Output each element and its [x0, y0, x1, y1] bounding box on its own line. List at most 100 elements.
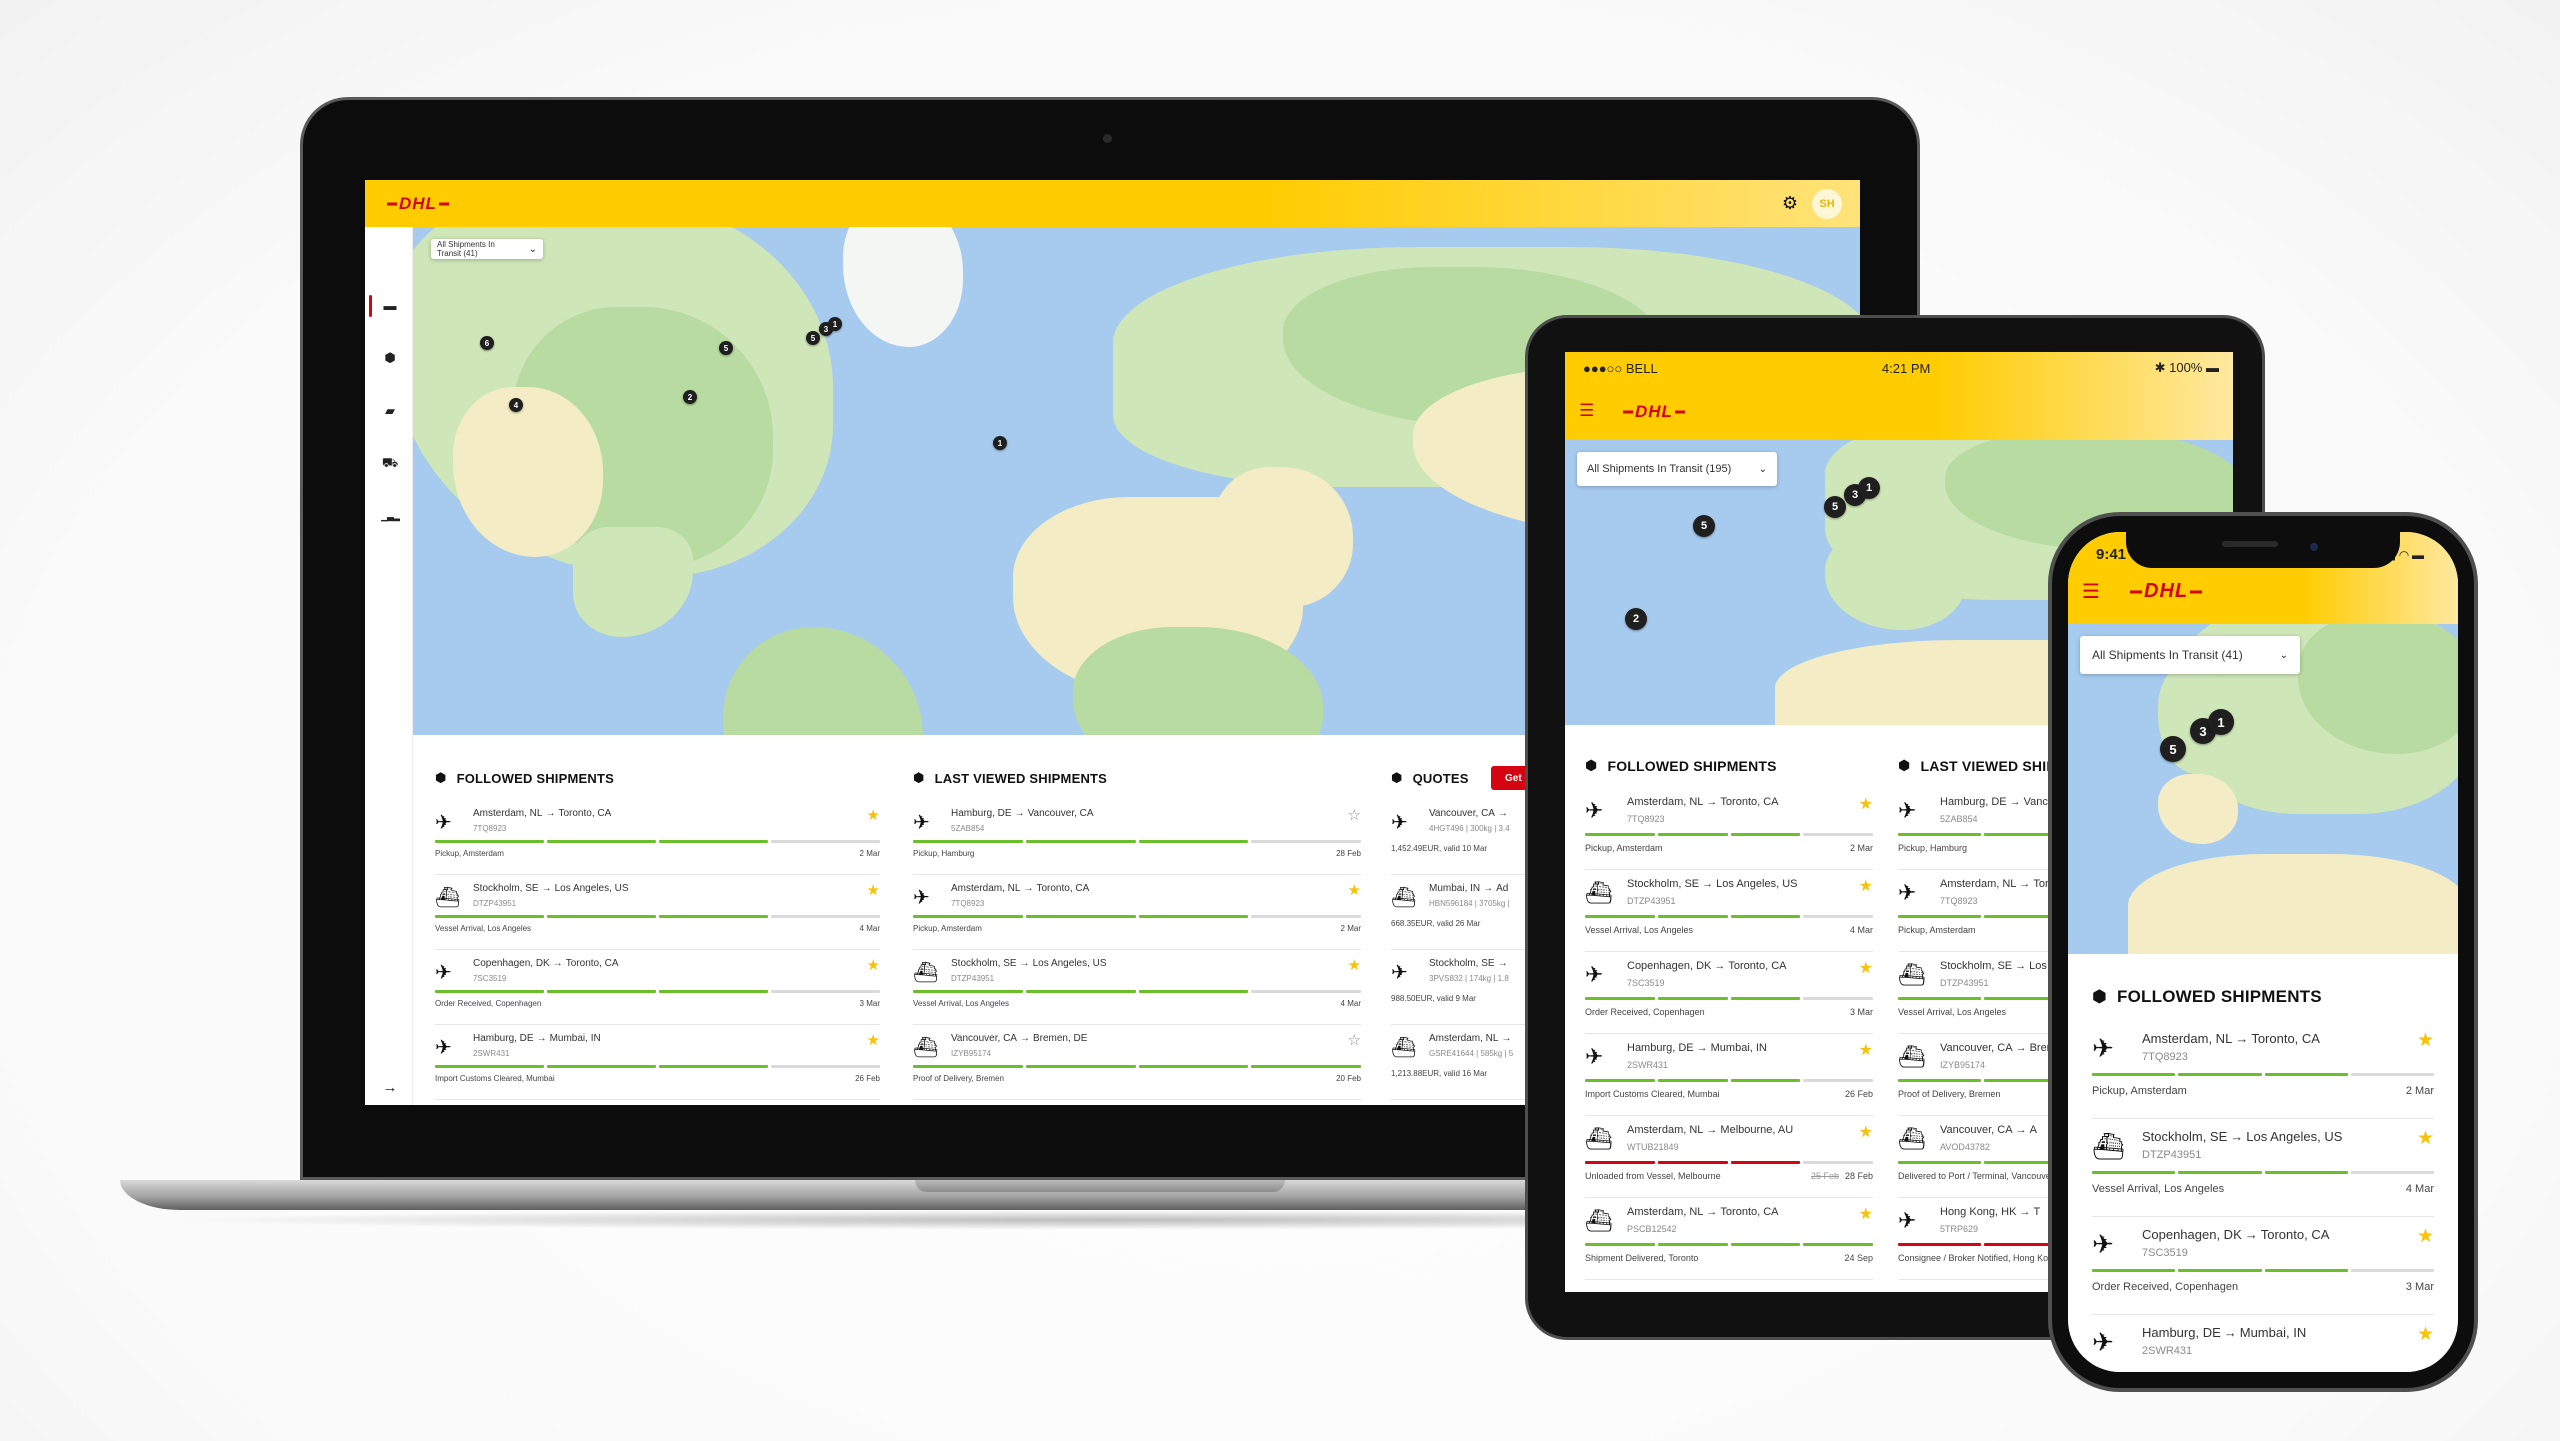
shipment-route[interactable]: Stockholm, SE→Los Angeles, US: [1627, 878, 1797, 890]
shipment-row[interactable]: ⛴ Stockholm, SE → Los Angeles, US DTZP43951 ★…: [435, 875, 880, 950]
hamburger-menu-icon[interactable]: ☰: [1579, 402, 1594, 419]
follow-star-icon[interactable]: ★: [867, 881, 880, 899]
shipment-route[interactable]: Amsterdam, NL→Toronto, CA: [473, 808, 611, 819]
shipment-row[interactable]: ✈ Amsterdam, NL → Toronto, CA 7TQ8923 ★ Pickup…: [435, 800, 880, 875]
shipment-route[interactable]: Amsterdam, NL→Toronto, CA: [951, 883, 1089, 894]
dhl-logo[interactable]: DHL: [1623, 402, 1685, 422]
shipment-route[interactable]: Copenhagen, DK → Toronto, CA: [473, 958, 619, 969]
shipment-route[interactable]: Vancouver, CA → A: [1940, 1124, 2037, 1136]
shipment-row[interactable]: ✈ Amsterdam, NL → Toronto, CA 7TQ8923 ★ Pickup…: [2092, 1021, 2434, 1119]
map-cluster-marker[interactable]: 2: [1625, 608, 1647, 630]
shipment-row[interactable]: ✈ Hamburg, DE → Mumbai, IN 2SWR431 ★ Import Cu…: [1585, 1034, 1873, 1116]
follow-star-icon[interactable]: ★: [1348, 956, 1361, 974]
dhl-logo[interactable]: DHL: [387, 194, 449, 214]
shipment-route[interactable]: Copenhagen, DK → Toronto, CA: [1627, 960, 1787, 972]
shipment-row[interactable]: ⛴ Stockholm, SE → Los Angeles, US DTZP43951 ★…: [913, 950, 1361, 1025]
shipment-route[interactable]: Amsterdam, NL → Melbourne, AU: [1627, 1124, 1793, 1136]
shipment-row[interactable]: ✈ Amsterdam, NL → Toronto, CA 7TQ8923 ★ Pickup…: [1585, 788, 1873, 870]
truck-icon[interactable]: ▬: [381, 297, 399, 315]
shipment-row[interactable]: ✈ Hamburg, DE → Mumbai, IN 2SWR431 ★: [2092, 1315, 2434, 1372]
shipment-route[interactable]: Hamburg, DE → Mumbai, IN: [1627, 1042, 1767, 1054]
tracking-code: 7TQ8923: [1940, 896, 1978, 906]
quote-route[interactable]: Stockholm, SE →: [1429, 958, 1511, 969]
follow-star-icon[interactable]: ★: [867, 956, 880, 974]
shipment-row[interactable]: ✈ Copenhagen, DK → Toronto, CA 7SC3519 ★ Order…: [1585, 952, 1873, 1034]
shipment-filter-dropdown[interactable]: All Shipments In Transit (41) ⌄: [431, 239, 543, 259]
arrow-right-icon: →: [2015, 1042, 2027, 1054]
follow-star-icon[interactable]: ★: [1859, 1040, 1873, 1060]
hamburger-menu-icon[interactable]: ☰: [2082, 582, 2100, 602]
map-cluster-marker[interactable]: 1: [993, 436, 1007, 450]
follow-star-icon[interactable]: ★: [1859, 794, 1873, 814]
shipment-route[interactable]: Stockholm, SE→Los Angeles, US: [2142, 1129, 2342, 1144]
map-cluster-marker[interactable]: 2: [683, 390, 697, 404]
shipment-row[interactable]: ⛴ Amsterdam, NL → Melbourne, AU WTUB21849 ★ Un…: [1585, 1116, 1873, 1198]
dhl-logo[interactable]: DHL: [2130, 580, 2202, 603]
package-icon[interactable]: ⬢: [381, 349, 399, 367]
shipment-route[interactable]: Hamburg, DE → Mumbai, IN: [2142, 1325, 2306, 1340]
shipment-map[interactable]: All Shipments In Transit (41) ⌄ 5 3 1: [2068, 624, 2458, 954]
shipment-filter-dropdown[interactable]: All Shipments In Transit (41) ⌄: [2080, 636, 2300, 674]
shipment-route[interactable]: Vancouver, CA→Bremen, DE: [951, 1033, 1087, 1044]
follow-star-icon[interactable]: ★: [2417, 1029, 2434, 1052]
map-cluster-marker[interactable]: 5: [2160, 736, 2186, 762]
shipment-route[interactable]: Hamburg, DE→Vancouver, CA: [951, 808, 1094, 819]
arrow-right-icon: →: [1483, 883, 1494, 894]
shipment-row[interactable]: ⛴ Stockholm, SE → Los Angeles, US DTZP43951 ★…: [2092, 1119, 2434, 1217]
follow-star-icon[interactable]: ★: [867, 1031, 880, 1049]
map-cluster-marker[interactable]: 5: [1693, 515, 1715, 537]
shipment-row[interactable]: ✈ Copenhagen, DK → Toronto, CA 7SC3519 ★ Order…: [435, 950, 880, 1025]
shipment-status: Proof of Delivery, Bremen: [913, 1074, 1004, 1083]
shipment-row[interactable]: ✈ Hamburg, DE → Vancouver, CA 5ZAB854 ☆ Pickup…: [913, 800, 1361, 875]
destination: Toronto, CA: [565, 958, 619, 969]
progress-bar: [1585, 833, 1873, 836]
shipment-route[interactable]: Amsterdam, NL→Toronto, CA: [2142, 1031, 2320, 1046]
shipment-row[interactable]: ⛴ Vancouver, CA → Bremen, DE IZYB95174 ☆ Proof…: [913, 1025, 1361, 1100]
chat-icon[interactable]: ▰: [381, 402, 399, 420]
shipment-route[interactable]: Stockholm, SE→Los Angeles, US: [473, 883, 629, 894]
map-cluster-marker[interactable]: 5: [1824, 496, 1846, 518]
shipment-filter-dropdown[interactable]: All Shipments In Transit (195) ⌄: [1577, 452, 1777, 486]
shipment-row[interactable]: ⛴ Amsterdam, NL → Toronto, CA PSCB12542 ★ Ship…: [1585, 1198, 1873, 1280]
follow-star-icon[interactable]: ★: [867, 806, 880, 824]
expand-arrow-icon[interactable]: →: [381, 1079, 399, 1097]
follow-star-icon[interactable]: ★: [1859, 1122, 1873, 1142]
user-avatar[interactable]: SH: [1812, 189, 1842, 219]
shipment-status: Order Received, Copenhagen: [435, 999, 542, 1008]
map-cluster-marker[interactable]: 5: [719, 341, 733, 355]
shipment-row[interactable]: ✈ Hamburg, DE → Mumbai, IN 2SWR431 ★ Import Cu…: [435, 1025, 880, 1100]
shipment-route[interactable]: Amsterdam, NL→Toronto, CA: [1627, 1206, 1779, 1218]
follow-star-icon[interactable]: ★: [1859, 958, 1873, 978]
shipment-route[interactable]: Copenhagen, DK → Toronto, CA: [2142, 1227, 2329, 1242]
ship-icon: ⛴: [1585, 1126, 1613, 1151]
sidebar-active-indicator: [369, 295, 372, 317]
follow-star-icon[interactable]: ☆: [1348, 1031, 1361, 1049]
quote-route[interactable]: Amsterdam, NL →: [1429, 1033, 1514, 1044]
map-cluster-marker[interactable]: 5: [806, 331, 820, 345]
map-cluster-marker[interactable]: 4: [509, 398, 523, 412]
follow-star-icon[interactable]: ★: [2417, 1323, 2434, 1346]
map-cluster-marker[interactable]: 1: [2208, 709, 2234, 735]
follow-star-icon[interactable]: ☆: [1348, 806, 1361, 824]
follow-star-icon[interactable]: ★: [1859, 1204, 1873, 1224]
follow-star-icon[interactable]: ★: [1859, 876, 1873, 896]
quote-route[interactable]: Mumbai, IN → Ad: [1429, 883, 1508, 894]
shipment-row[interactable]: ⛴ Stockholm, SE → Los Angeles, US DTZP43951 ★…: [1585, 870, 1873, 952]
gear-icon[interactable]: ⚙: [1782, 193, 1798, 214]
shipment-row[interactable]: ✈ Copenhagen, DK → Toronto, CA 7SC3519 ★ Order…: [2092, 1217, 2434, 1315]
map-cluster-marker[interactable]: 1: [828, 317, 842, 331]
shipment-route[interactable]: Hong Kong, HK → T: [1940, 1206, 2040, 1218]
shipment-route[interactable]: Amsterdam, NL→Toronto, CA: [1627, 796, 1779, 808]
arrow-right-icon: →: [545, 808, 556, 819]
bar-chart-icon[interactable]: ▁▃▂: [381, 507, 400, 525]
follow-star-icon[interactable]: ★: [2417, 1127, 2434, 1150]
quote-route[interactable]: Vancouver, CA →: [1429, 808, 1511, 819]
shipment-row[interactable]: ✈ Amsterdam, NL → Toronto, CA 7TQ8923 ★ Pickup…: [913, 875, 1361, 950]
map-cluster-marker[interactable]: 1: [1858, 477, 1880, 499]
cart-icon[interactable]: ⛟: [381, 454, 399, 472]
follow-star-icon[interactable]: ★: [1348, 881, 1361, 899]
map-cluster-marker[interactable]: 6: [480, 336, 494, 350]
shipment-route[interactable]: Hamburg, DE → Mumbai, IN: [473, 1033, 601, 1044]
shipment-route[interactable]: Stockholm, SE→Los Angeles, US: [951, 958, 1107, 969]
follow-star-icon[interactable]: ★: [2417, 1225, 2434, 1248]
